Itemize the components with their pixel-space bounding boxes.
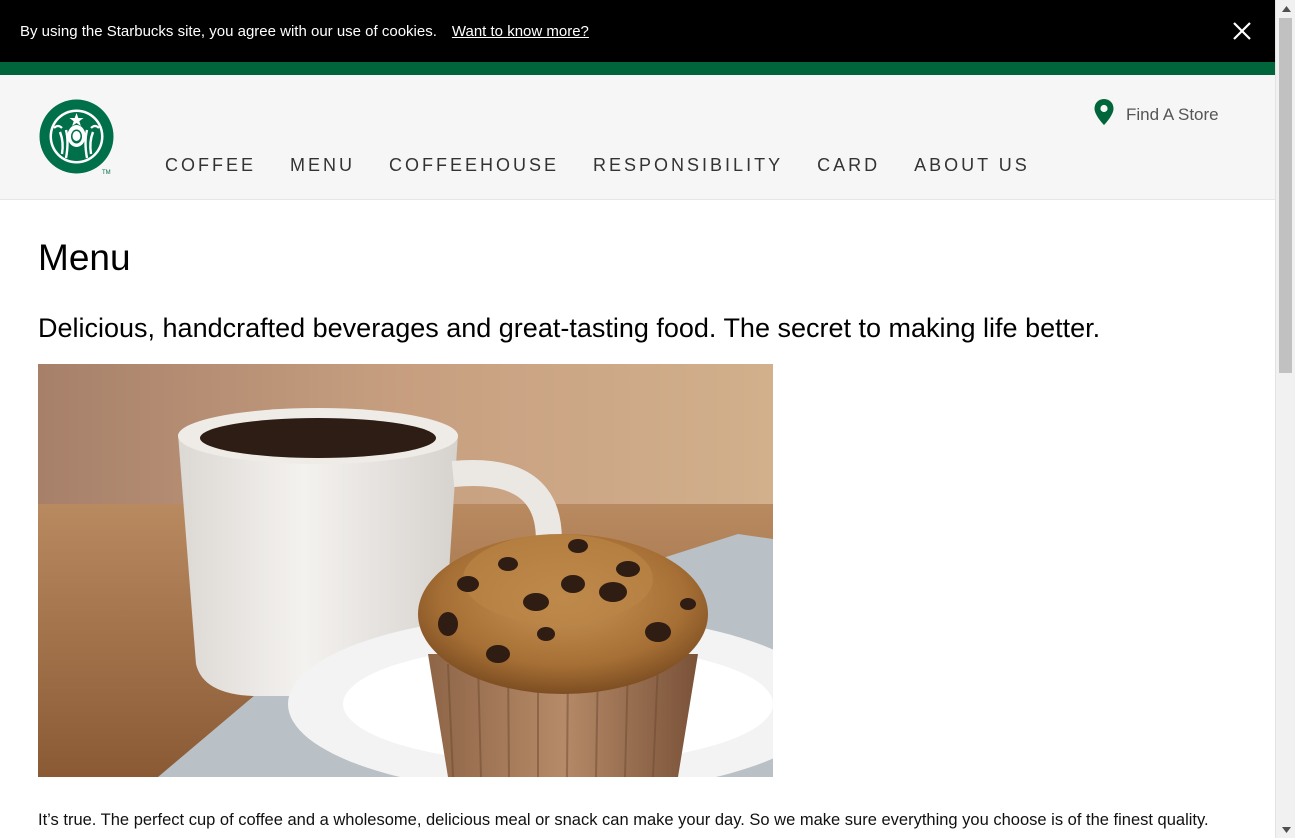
- scroll-thumb[interactable]: [1279, 18, 1292, 373]
- nav-item-about-us[interactable]: ABOUT US: [914, 155, 1030, 176]
- find-store-label: Find A Store: [1126, 104, 1219, 124]
- cookie-message: By using the Starbucks site, you agree w…: [20, 22, 437, 40]
- close-icon[interactable]: [1231, 20, 1253, 42]
- starbucks-logo-icon[interactable]: TM: [38, 98, 115, 176]
- nav-item-responsibility[interactable]: RESPONSIBILITY: [593, 155, 783, 176]
- cookie-more-info-link[interactable]: Want to know more?: [452, 23, 589, 40]
- vertical-scrollbar[interactable]: [1275, 0, 1295, 838]
- page: By using the Starbucks site, you agree w…: [0, 0, 1275, 838]
- map-pin-icon: [1094, 99, 1114, 130]
- intro-paragraph: It’s true. The perfect cup of coffee and…: [38, 811, 1209, 829]
- page-tagline: Delicious, handcrafted beverages and gre…: [38, 313, 1101, 343]
- nav-item-menu[interactable]: MENU: [290, 155, 355, 176]
- brand-stripe: [0, 62, 1275, 75]
- find-store-link[interactable]: Find A Store: [1094, 99, 1219, 130]
- site-header: TM Find A Store COFFEE MENU COFFEEHOUSE …: [0, 75, 1275, 200]
- main-nav: COFFEE MENU COFFEEHOUSE RESPONSIBILITY C…: [165, 155, 1064, 176]
- scroll-up-icon[interactable]: [1276, 0, 1295, 17]
- page-title: Menu: [38, 237, 131, 278]
- nav-item-card[interactable]: CARD: [817, 155, 880, 176]
- scroll-down-icon[interactable]: [1276, 821, 1295, 838]
- svg-text:TM: TM: [102, 170, 111, 175]
- nav-item-coffee[interactable]: COFFEE: [165, 155, 256, 176]
- nav-item-coffeehouse[interactable]: COFFEEHOUSE: [389, 155, 559, 176]
- hero-image: [38, 364, 773, 777]
- cookie-banner: By using the Starbucks site, you agree w…: [0, 0, 1275, 62]
